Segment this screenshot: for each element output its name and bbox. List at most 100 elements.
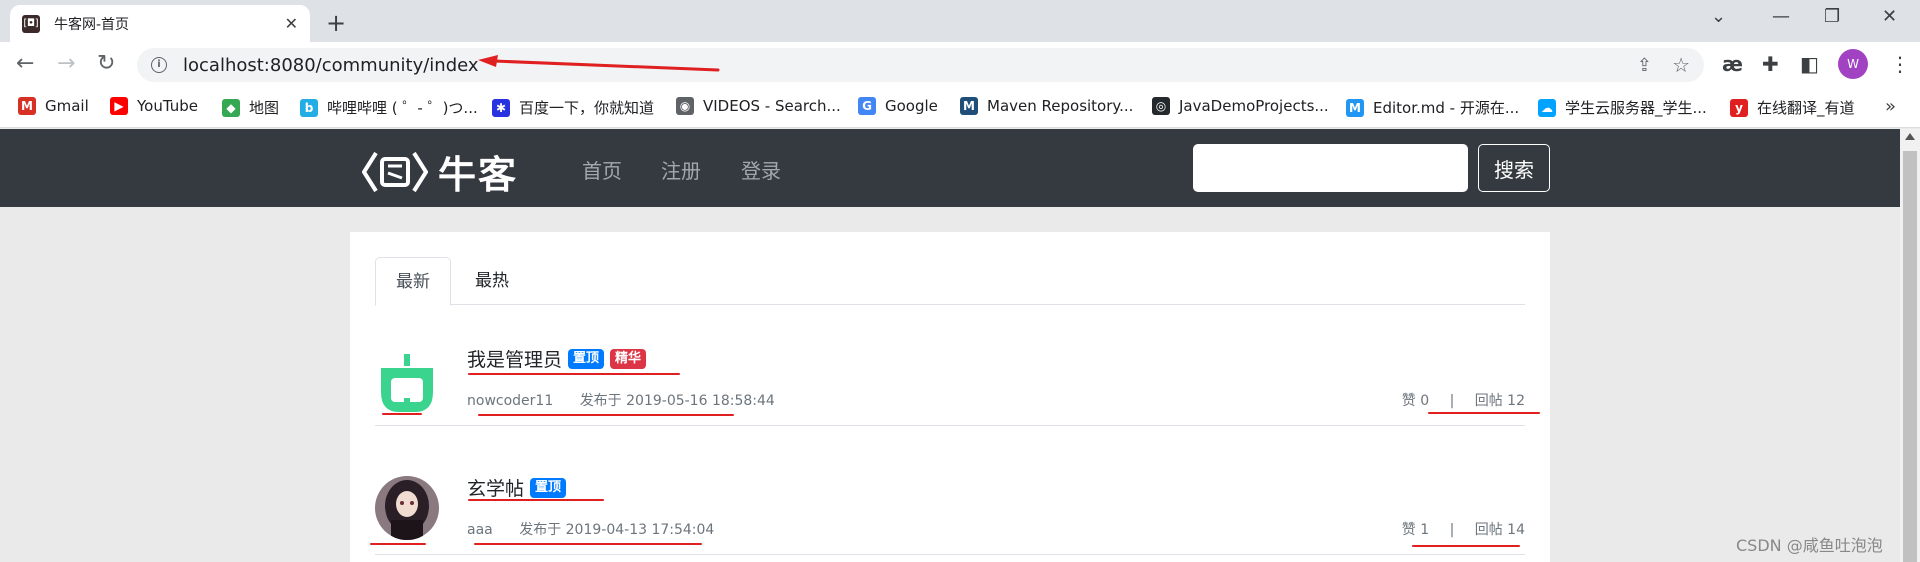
post-author[interactable]: nowcoder11	[467, 393, 553, 409]
reply-count: 回帖 14	[1474, 522, 1525, 538]
bookmark-label: JavaDemoProjects...	[1179, 97, 1329, 115]
post-title[interactable]: 我是管理员	[467, 345, 562, 372]
like-count: 赞 1	[1401, 522, 1430, 538]
annotation-underline	[468, 373, 680, 375]
bookmark-label: 学生云服务器_学生...	[1565, 99, 1707, 117]
post-title[interactable]: 玄学帖	[467, 474, 524, 501]
side-panel-icon[interactable]: ◧	[1800, 52, 1819, 76]
search-input[interactable]	[1193, 144, 1468, 192]
bookmark-item[interactable]: ☁ 学生云服务器_学生...	[1538, 97, 1707, 118]
bookmark-star-icon[interactable]: ☆	[1672, 53, 1690, 77]
nowcoder-logo-icon	[362, 151, 428, 192]
maps-icon: ◆	[222, 98, 240, 117]
top-badge: 置顶	[530, 477, 567, 498]
avatar[interactable]	[375, 476, 439, 540]
bookmark-label: Gmail	[45, 97, 89, 115]
bookmark-label: VIDEOS - Search...	[703, 97, 841, 115]
nav-home-link[interactable]: 首页	[582, 155, 622, 184]
site-favicon-icon: [◘]	[22, 14, 40, 33]
post-stats: 赞 0 | 回帖 12	[1402, 390, 1525, 410]
bookmark-item[interactable]: G Google	[858, 97, 938, 115]
bookmark-label: 百度一下，你就知道	[519, 99, 655, 117]
bookmark-item[interactable]: M Maven Repository...	[960, 97, 1133, 115]
extensions-puzzle-icon[interactable]: ✚	[1762, 52, 1779, 76]
browser-tabstrip: [◘] 牛客网-首页 ✕ + ⌄ — ❐ ✕	[0, 0, 1920, 42]
youtube-icon: ▶	[110, 97, 128, 115]
site-logo[interactable]: 牛客	[362, 144, 518, 199]
like-count: 赞 0	[1401, 393, 1430, 409]
post-title-row: 玄学帖 置顶	[467, 474, 567, 501]
bilibili-icon: b	[300, 98, 318, 117]
tab-hottest[interactable]: 最热	[455, 257, 529, 305]
wonderful-badge: 精华	[610, 348, 647, 369]
ae-extension-icon[interactable]: æ	[1722, 52, 1743, 76]
new-tab-icon[interactable]: +	[326, 9, 346, 37]
minimize-icon[interactable]: —	[1772, 6, 1790, 27]
annotation-underline	[382, 413, 422, 415]
bookmark-item[interactable]: y 在线翻译_有道	[1730, 97, 1855, 118]
bookmark-item[interactable]: b 哔哩哔哩 ( ゜- ゜)つ...	[300, 97, 478, 118]
annotation-underline	[1428, 412, 1540, 414]
plug-avatar-icon	[381, 354, 433, 412]
address-bar[interactable]: i localhost:8080/community/index ⇪ ☆	[137, 48, 1704, 82]
profile-avatar[interactable]: W	[1838, 49, 1868, 79]
reload-icon[interactable]: ↻	[97, 51, 115, 76]
address-url[interactable]: localhost:8080/community/index	[183, 55, 479, 76]
bookmark-item[interactable]: ✱ 百度一下，你就知道	[492, 97, 654, 118]
divider	[375, 425, 1525, 426]
bookmark-label: Editor.md - 开源在...	[1373, 99, 1520, 117]
stats-separator: |	[1449, 393, 1455, 409]
bookmark-label: 地图	[249, 99, 280, 117]
search-button[interactable]: 搜索	[1478, 144, 1550, 192]
close-tab-icon[interactable]: ✕	[285, 14, 298, 33]
nav-register-link[interactable]: 注册	[661, 155, 701, 184]
sort-tabs: 最新 最热	[375, 257, 1525, 306]
post-date: 发布于 2019-05-16 18:58:44	[579, 393, 775, 409]
scroll-up-icon[interactable]	[1905, 133, 1915, 140]
browser-menu-icon[interactable]: ⋮	[1890, 52, 1910, 76]
bookmark-item[interactable]: M Editor.md - 开源在...	[1346, 97, 1519, 118]
annotation-underline	[1412, 545, 1520, 547]
bookmark-item[interactable]: ◆ 地图	[222, 97, 279, 118]
tab-title: 牛客网-首页	[54, 16, 130, 33]
more-bookmarks-icon[interactable]: »	[1885, 96, 1896, 117]
bookmark-label: 在线翻译_有道	[1757, 99, 1855, 117]
avatar[interactable]	[375, 352, 439, 416]
logo-text: 牛客	[438, 153, 519, 197]
tab-search-chevron-icon[interactable]: ⌄	[1711, 6, 1726, 27]
forward-icon[interactable]: →	[57, 51, 75, 76]
baidu-icon: ✱	[492, 98, 510, 117]
bookmark-label: YouTube	[137, 97, 198, 115]
bookmark-item[interactable]: ▶ YouTube	[110, 97, 198, 115]
bookmark-label: Maven Repository...	[987, 97, 1134, 115]
bookmark-item[interactable]: M Gmail	[18, 97, 89, 115]
back-icon[interactable]: ←	[16, 51, 34, 76]
browser-tab[interactable]: [◘] 牛客网-首页 ✕	[10, 5, 310, 42]
bookmark-item[interactable]: ◎ JavaDemoProjects...	[1152, 97, 1329, 115]
share-icon[interactable]: ⇪	[1637, 55, 1652, 76]
bookmarks-bar: M Gmail ▶ YouTube ◆ 地图 b 哔哩哔哩 ( ゜- ゜)つ... ✱ 百度一下，…	[0, 88, 1920, 128]
top-badge: 置顶	[568, 348, 605, 369]
bookmark-item[interactable]: ◉ VIDEOS - Search...	[676, 97, 841, 115]
nav-login-link[interactable]: 登录	[741, 155, 781, 184]
annotation-underline	[478, 414, 734, 416]
site-info-icon[interactable]: i	[151, 57, 167, 73]
site-header: 牛客 首页 注册 登录 搜索	[0, 129, 1900, 207]
page-scrollbar[interactable]	[1900, 129, 1920, 562]
post-date: 发布于 2019-04-13 17:54:04	[519, 522, 715, 538]
divider	[375, 554, 1525, 555]
anime-avatar-icon	[375, 476, 439, 540]
bookmark-label: 哔哩哔哩 ( ゜- ゜)つ...	[327, 99, 478, 117]
maven-icon: M	[960, 97, 978, 115]
maximize-icon[interactable]: ❐	[1824, 6, 1840, 27]
scrollbar-thumb[interactable]	[1903, 151, 1917, 562]
tab-latest[interactable]: 最新	[375, 257, 451, 306]
stats-separator: |	[1449, 522, 1455, 538]
post-author[interactable]: aaa	[467, 522, 493, 538]
editormd-icon: M	[1346, 98, 1364, 117]
bookmark-label: Google	[885, 97, 938, 115]
post-title-row: 我是管理员 置顶 精华	[467, 345, 647, 372]
close-window-icon[interactable]: ✕	[1882, 6, 1897, 27]
youdao-icon: y	[1730, 98, 1748, 117]
post-meta: aaa 发布于 2019-04-13 17:54:04	[467, 519, 714, 539]
